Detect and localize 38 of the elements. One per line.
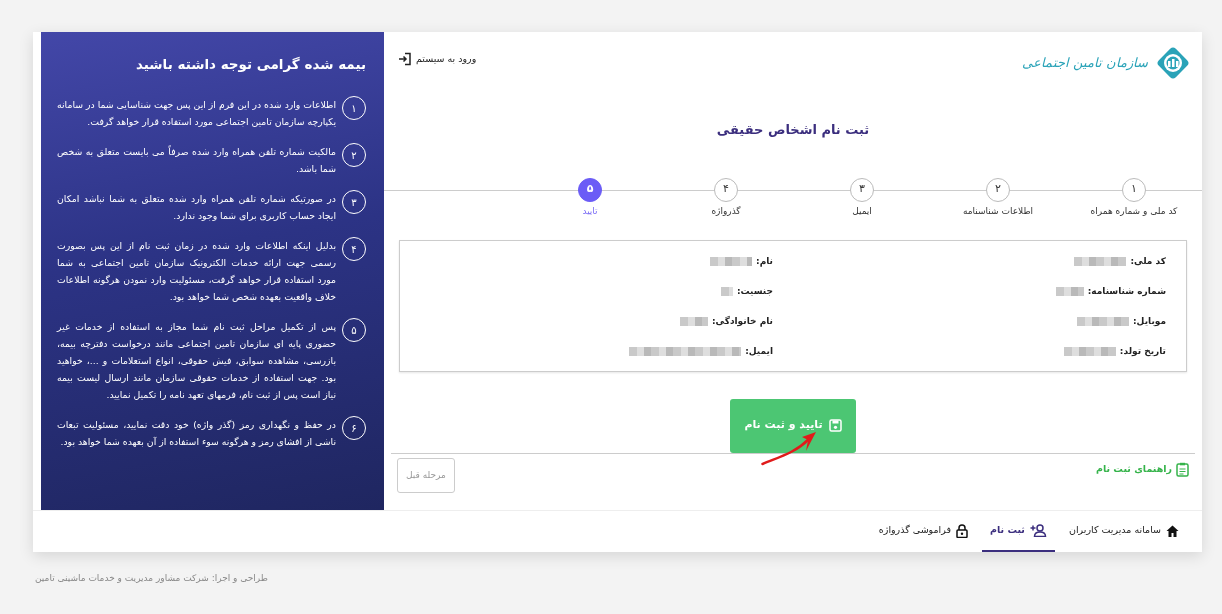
step-circle[interactable]: ۴ — [714, 177, 738, 202]
clipboard-icon — [1176, 461, 1189, 477]
field-label: جنسیت: — [736, 284, 773, 298]
step-circle[interactable]: ۱ — [1122, 177, 1146, 202]
notice-text: مالکیت شماره تلفن همراه وارد شده صرفاً می بایست متعلق به شخص شما باشد. — [57, 144, 336, 177]
field-label: ایمیل: — [745, 344, 773, 358]
field-label: شماره شناسنامه: — [1087, 284, 1166, 299]
step-label: ایمیل — [852, 204, 872, 218]
step-label: اطلاعات شناسنامه — [962, 204, 1034, 218]
field-label: نام خانوادگی: — [711, 314, 773, 329]
step-label: گذرواژه — [711, 204, 741, 218]
field-label: کد ملی: — [1130, 254, 1166, 268]
step-circle[interactable]: ۵ — [578, 177, 602, 202]
notice-text: اطلاعات وارد شده در این فرم از این پس جهت شناسایی شما در سامانه یکپارچه سازمان تامین اجتماعی مورد استفاده قرار خواهد گرفت. — [57, 98, 336, 130]
login-link[interactable]: ورود به سیستم — [398, 52, 477, 67]
add-user-icon — [1029, 524, 1047, 537]
nav-tab[interactable]: ثبت نام — [982, 511, 1055, 552]
notice-text: در حفظ و نگهداری رمز (گذر واژه) خود دقت نمایید، مسئولیت تبعات ناشی از افشای رمز و هرگونه سوء استفاده از آن بعهده شما خواهد بود. — [57, 418, 336, 450]
notice-text: در صورتیکه شماره تلفن همراه وارد شده متعلق به شما نباشد امکان ایجاد حساب کاربری برای شما وجود ندارد. — [57, 192, 336, 224]
field-label: نام: — [756, 254, 773, 269]
notice-text: پس از تکمیل مراحل ثبت نام شما مجاز به استفاده از خدمات غیر حضوری پایه ای سازمان تامین اجتماعی مانند درخواست دفترچه بیمه، بازرسی، مشاهده سوابق، فیش حقوقی، انواع استعلامات و ...، خواهید بود. جهت استفاده از خدمات حقوقی سازمان مانند ارسال لیست بیمه نیاز است پس از ثبت نام، فرمهای تعهد نامه را تکمیل نمایید. — [57, 320, 336, 403]
field-label: موبایل: — [1133, 314, 1166, 328]
logo-text: سازمان تامین اجتماعی — [1021, 54, 1148, 73]
step-label: تایید — [582, 204, 598, 218]
footer-text: طراحی و اجرا: شرکت مشاور مدیریت و خدمات ماشینی تامین — [34, 572, 269, 585]
field-label: تاریخ تولد: — [1119, 344, 1166, 359]
nav-tab[interactable]: سامانه مدیریت کاربران — [1060, 511, 1187, 552]
lock-icon — [956, 523, 969, 538]
save-icon — [828, 419, 842, 432]
notice-title: بیمه شده گرامی توجه داشته باشید — [135, 55, 366, 74]
nav-tab[interactable]: فراموشی گذرواژه — [870, 511, 977, 552]
step-circle[interactable]: ۳ — [850, 177, 874, 202]
page-title: ثبت نام اشخاص حقیقی — [715, 121, 871, 140]
step-label: کد ملی و شماره همراه — [1090, 204, 1178, 218]
notice-text: بدلیل اینکه اطلاعات وارد شده در زمان ثبت نام از این پس بصورت رسمی جهت ارائه خدمات الکترونیک سازمان تامین اجتماعی به شما مورد استفاده قرار خواهد گرفت، مسئولیت وارد نمودن هرگونه اطلاعات خلاف واقعیت بعهده شخص شما خواهد بود. — [57, 239, 336, 305]
step-circle[interactable]: ۲ — [986, 177, 1010, 202]
login-icon — [398, 52, 412, 67]
home-icon — [1166, 524, 1179, 537]
